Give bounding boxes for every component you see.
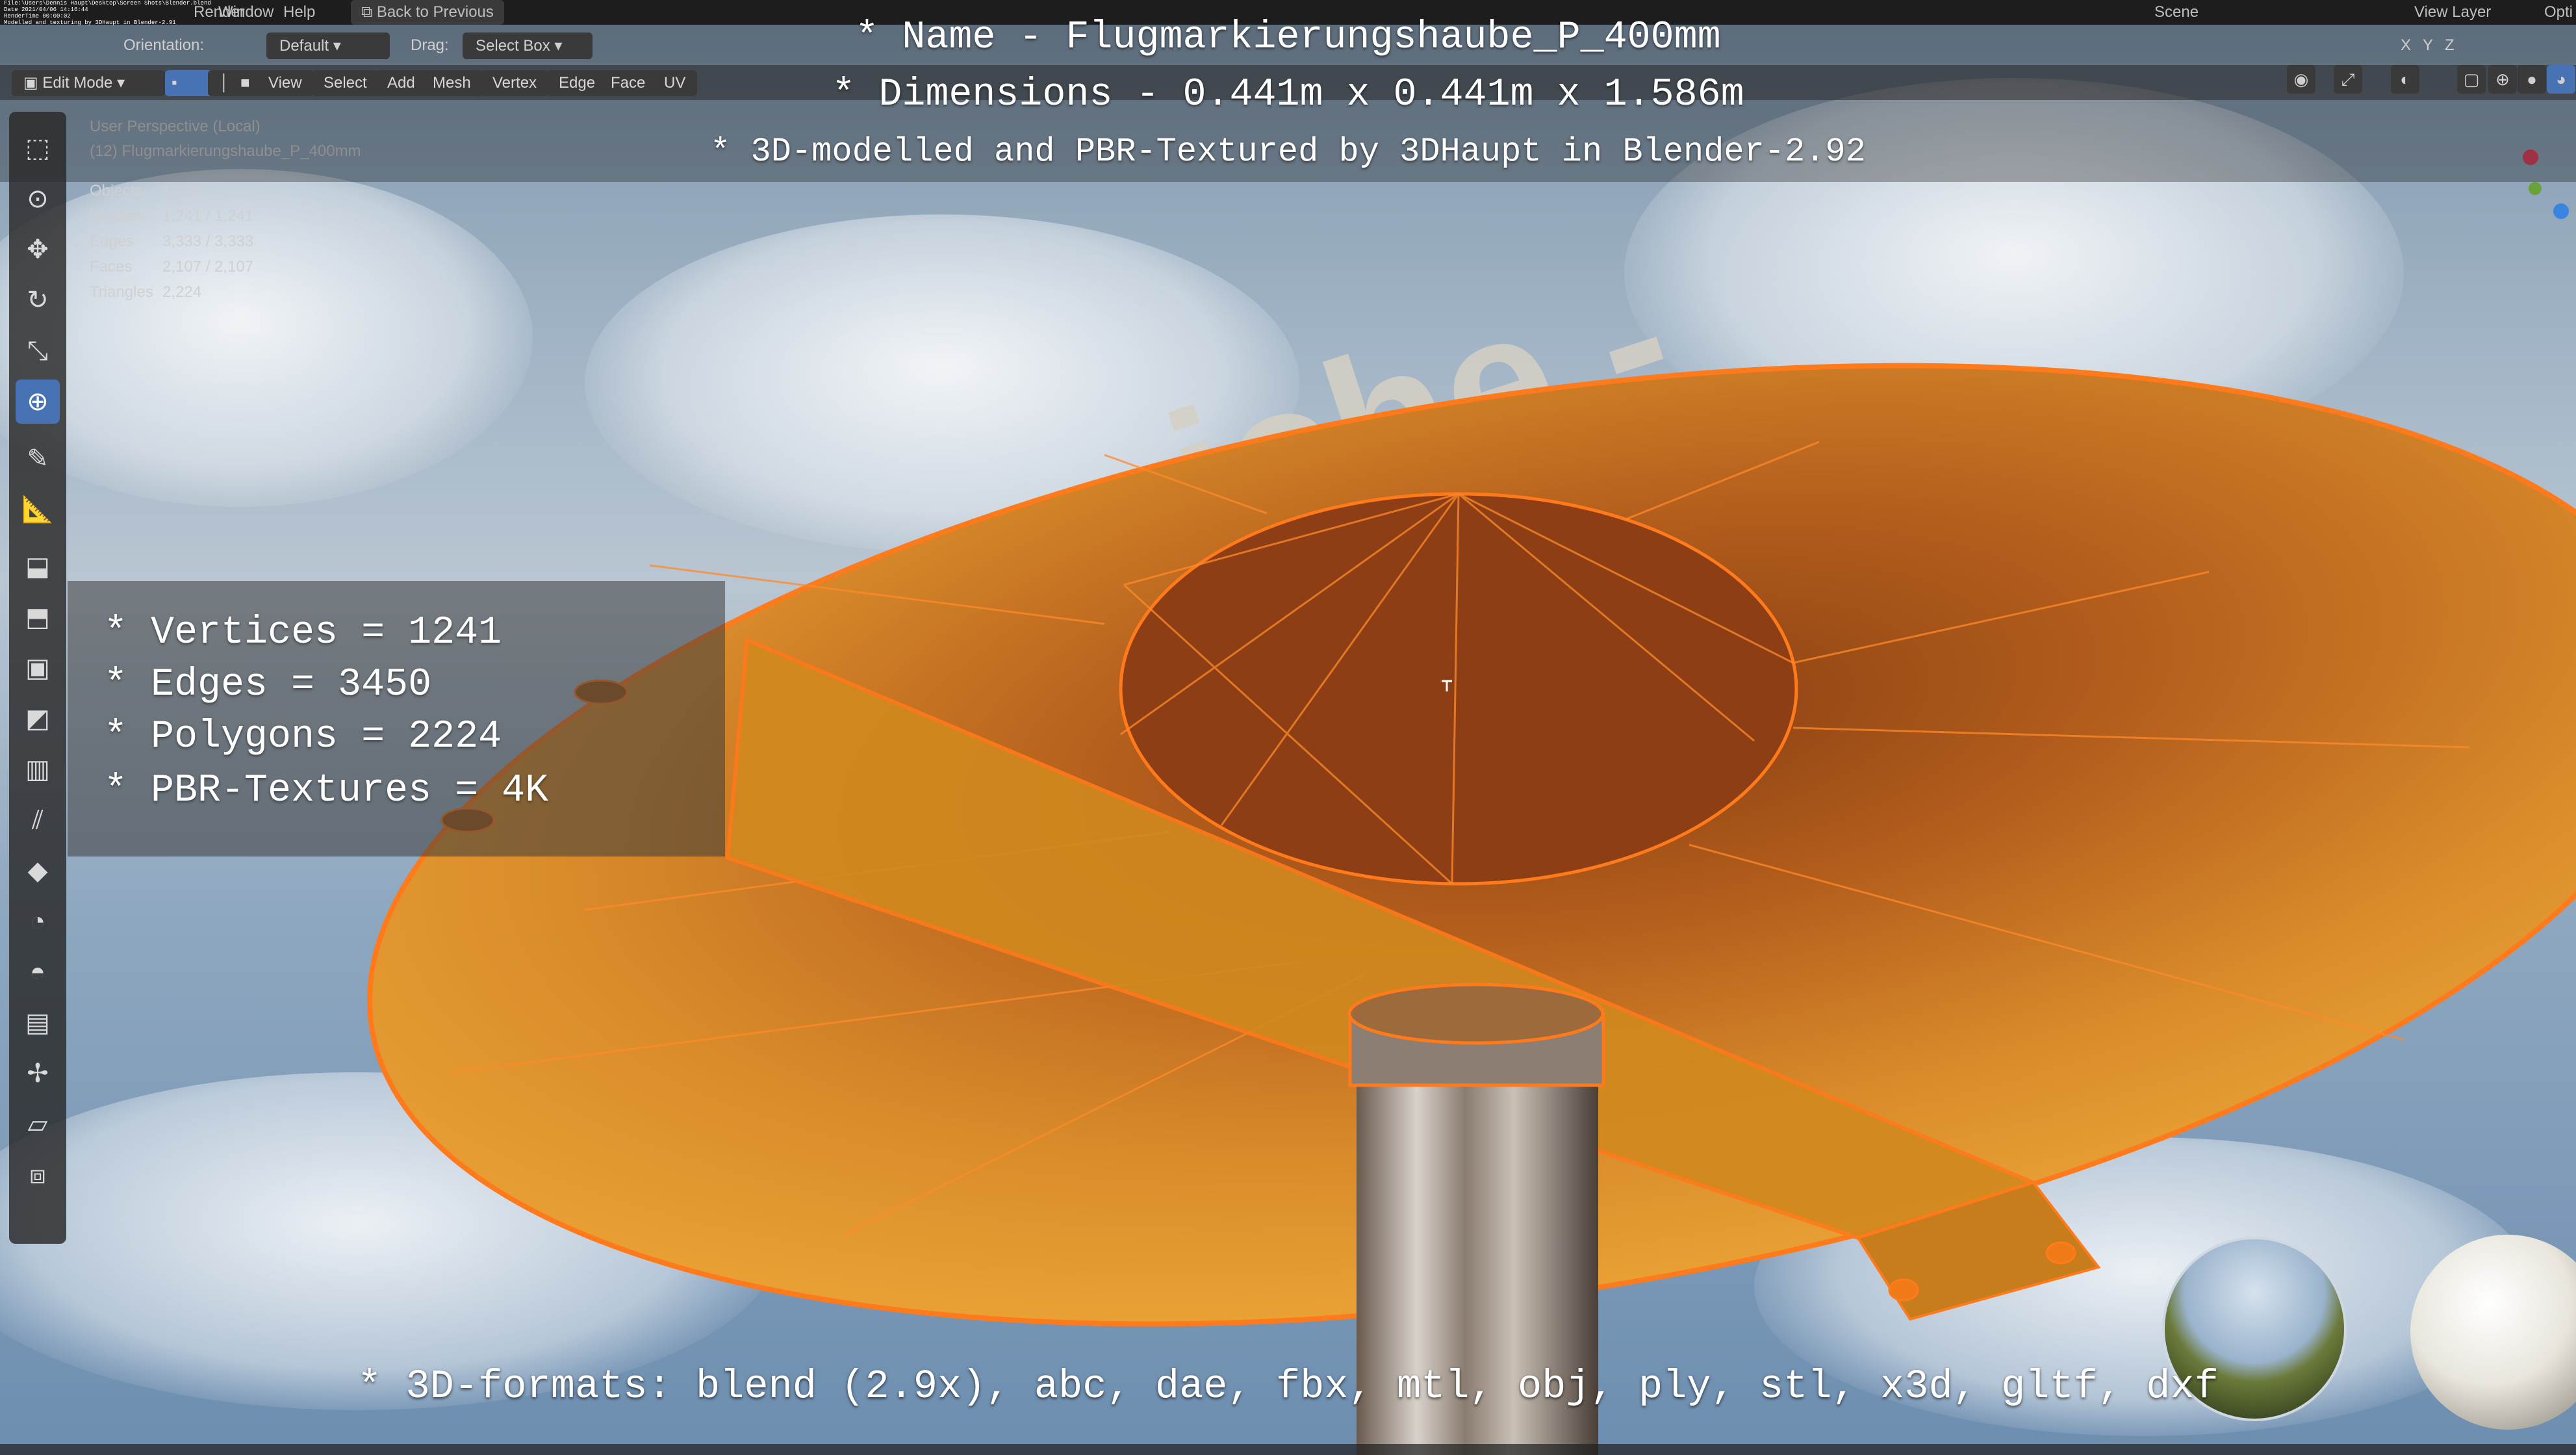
inset-icon[interactable]: ▣ bbox=[16, 646, 60, 690]
bevel-icon[interactable]: ◩ bbox=[16, 697, 60, 741]
stat-row: Objects 1 / 24 bbox=[90, 182, 202, 200]
object-name-label: (12) Flugmarkierungshaube_P_400mm bbox=[90, 142, 361, 160]
loop-cut-icon[interactable]: ▥ bbox=[16, 747, 60, 792]
overlay-credit-line: * 3D-modelled and PBR-Textured by 3DHaup… bbox=[710, 133, 1866, 171]
poly-build-icon[interactable]: ◆ bbox=[16, 849, 60, 893]
stat-row: Faces 2,107 / 2,107 bbox=[90, 258, 254, 276]
rivet bbox=[1888, 1278, 1919, 1302]
stat-row: Triangles 2,224 bbox=[90, 283, 202, 301]
smooth-icon[interactable]: ◓ bbox=[16, 950, 60, 994]
shrink-fatten-icon[interactable]: ✢ bbox=[16, 1051, 60, 1096]
overlay-polygons-line: * Polygons = 2224 bbox=[104, 715, 502, 759]
edge-slide-icon[interactable]: ▤ bbox=[16, 1001, 60, 1045]
status-bar bbox=[0, 1444, 2576, 1455]
stat-row: Edges 3,333 / 3,333 bbox=[90, 233, 254, 250]
add-cube-icon[interactable]: ⬓ bbox=[16, 545, 60, 589]
select-box-icon[interactable]: ⬚ bbox=[16, 126, 60, 170]
tool-shelf: ⬚ ⊙ ✥ ↻ ⤡ ⊕ ✎ 📐 ⬓ ⬒ ▣ ◩ ▥ ⫽ ◆ ◔ ◓ ▤ ✢ ▱ ⧈ bbox=[9, 112, 66, 1244]
stat-row: Vertices 1,241 / 1,241 bbox=[90, 207, 254, 225]
shear-icon[interactable]: ▱ bbox=[16, 1102, 60, 1146]
knife-icon[interactable]: ⫽ bbox=[16, 798, 60, 842]
overlay-name-line: * Name - Flugmarkierungshaube_P_400mm bbox=[855, 16, 1721, 60]
overlay-dimensions-line: * Dimensions - 0.441m x 0.441m x 1.586m bbox=[832, 73, 1744, 117]
mesh-statistics: Objects 1 / 24 Vertices 1,241 / 1,241 Edge… bbox=[90, 178, 253, 305]
cursor-icon[interactable]: ⊙ bbox=[16, 177, 60, 221]
viewport-info: User Perspective (Local) (12) Flugmarkie… bbox=[90, 114, 361, 164]
annotate-icon[interactable]: ✎ bbox=[16, 437, 60, 481]
perspective-label: User Perspective (Local) bbox=[90, 118, 261, 135]
spin-icon[interactable]: ◔ bbox=[16, 899, 60, 944]
rivet bbox=[2045, 1241, 2076, 1265]
rotate-icon[interactable]: ↻ bbox=[16, 278, 60, 322]
pole-collar-top bbox=[1347, 983, 1605, 1045]
transform-icon[interactable]: ⊕ bbox=[16, 380, 60, 424]
overlay-edges-line: * Edges = 3450 bbox=[104, 663, 432, 707]
file-path-text: File:\Users\Dennis Haupt\Desktop\Screen … bbox=[4, 0, 211, 6]
extrude-icon[interactable]: ⬒ bbox=[16, 595, 60, 639]
date-text: Date 2021/04/06 14:16:44 bbox=[4, 6, 88, 13]
overlay-vertices-line: * Vertices = 1241 bbox=[104, 611, 502, 655]
overlay-formats-line: * 3D-formats: blend (2.9x), abc, dae, fb… bbox=[357, 1363, 2219, 1410]
rip-region-icon[interactable]: ⧈ bbox=[16, 1153, 60, 1197]
move-icon[interactable]: ✥ bbox=[16, 227, 60, 272]
overlay-textures-line: * PBR-Textures = 4K bbox=[104, 769, 549, 813]
measure-icon[interactable]: 📐 bbox=[16, 487, 60, 532]
scale-icon[interactable]: ⤡ bbox=[16, 329, 60, 373]
